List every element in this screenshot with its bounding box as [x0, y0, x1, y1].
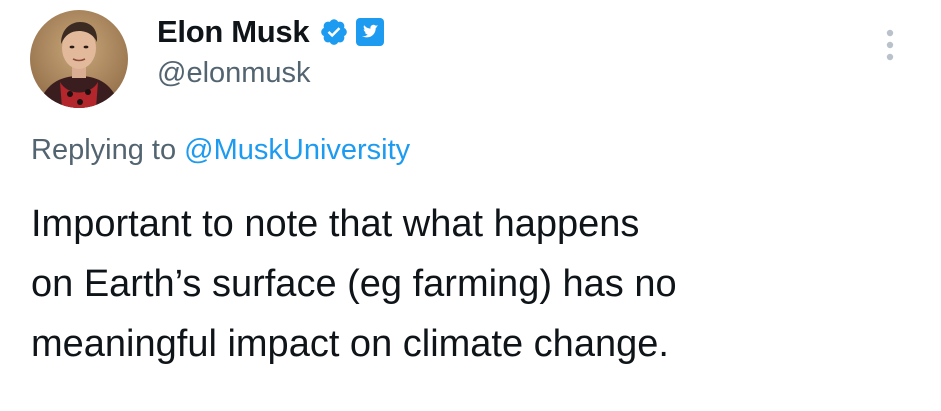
replying-to-line: Replying to @MuskUniversity — [31, 134, 410, 167]
more-vertical-icon[interactable] — [883, 26, 897, 64]
tweet-text: Important to note that what happens on E… — [31, 194, 891, 374]
tweet-card: Elon Musk @elonmusk Replying to @MuskUni… — [0, 0, 941, 411]
twitter-affiliate-icon[interactable] — [356, 18, 385, 46]
author-name-row: Elon Musk — [157, 10, 385, 54]
verified-badge-icon[interactable] — [319, 17, 349, 47]
tweet-text-line: Important to note that what happens — [31, 203, 640, 245]
tweet-text-line: on Earth’s surface (eg farming) has no — [31, 263, 677, 305]
replying-to-mention-link[interactable]: @MuskUniversity — [184, 134, 410, 166]
author-display-name[interactable]: Elon Musk — [157, 14, 310, 50]
avatar[interactable] — [30, 10, 128, 108]
replying-to-prefix: Replying to — [31, 134, 185, 166]
author-handle[interactable]: @elonmusk — [157, 57, 311, 90]
tweet-text-line: meaningful impact on climate change. — [31, 323, 669, 365]
